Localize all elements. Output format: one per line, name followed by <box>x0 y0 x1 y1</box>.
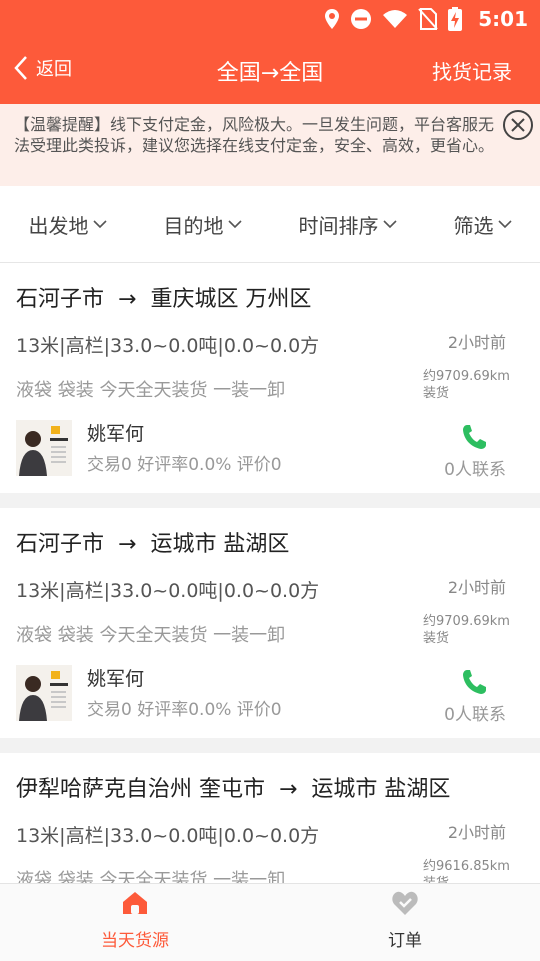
user-name: 姚军何 <box>87 423 145 445</box>
cargo-card[interactable]: 石河子市 → 运城市 盐湖区 13米|高栏|33.0~0.0吨|0.0~0.0方… <box>0 508 540 738</box>
tab-label: 当天货源 <box>101 931 169 951</box>
destination: 运城市 盐湖区 <box>311 777 451 802</box>
chevron-down-icon <box>497 220 512 229</box>
wifi-icon <box>383 10 408 28</box>
filter-time-sort[interactable]: 时间排序 <box>299 210 397 239</box>
contact-count: 0人联系 <box>444 705 506 725</box>
load-label: 装货 <box>423 631 450 646</box>
origin: 石河子市 <box>16 287 105 312</box>
distance-info: 约9709.69km 装货 <box>423 368 510 402</box>
filter-time-sort-label: 时间排序 <box>298 213 379 238</box>
user-stats: 交易0 好评率0.0% 评价0 <box>87 700 282 720</box>
filter-bar: 出发地 目的地 时间排序 筛选 <box>0 186 540 263</box>
route: 石河子市 → 重庆城区 万州区 <box>16 281 311 313</box>
chevron-down-icon <box>227 220 242 229</box>
user-name: 姚军何 <box>87 668 145 690</box>
app-header: 5:01 返回 全国→全国 找货记录 <box>0 0 540 104</box>
tab-today-cargo[interactable]: 当天货源 <box>0 884 270 961</box>
distance: 约9616.85km <box>423 859 510 874</box>
bottom-tab-bar: 当天货源 订单 <box>0 883 540 961</box>
avatar[interactable] <box>16 420 72 476</box>
cargo-tags: 液袋 袋装 今天全天装货 一装一卸 <box>16 625 286 646</box>
route: 伊犁哈萨克自治州 奎屯市 → 运城市 盐湖区 <box>16 771 450 803</box>
phone-icon[interactable] <box>461 668 487 696</box>
no-sim-icon <box>418 8 438 30</box>
distance: 约9709.69km <box>423 614 510 629</box>
arrow-right-icon: → <box>111 287 144 312</box>
cargo-card[interactable]: 石河子市 → 重庆城区 万州区 13米|高栏|33.0~0.0吨|0.0~0.0… <box>0 263 540 493</box>
phone-icon[interactable] <box>461 423 487 451</box>
avatar[interactable] <box>16 665 72 721</box>
arrow-right-icon: → <box>111 532 144 557</box>
cargo-list: 石河子市 → 重庆城区 万州区 13米|高栏|33.0~0.0吨|0.0~0.0… <box>0 263 540 883</box>
warning-notice: 【温馨提醒】线下支付定金，风险极大。一旦发生问题，平台客服无法受理此类投诉，建议… <box>0 104 540 186</box>
route: 石河子市 → 运城市 盐湖区 <box>16 526 289 558</box>
chevron-down-icon <box>92 220 107 229</box>
posted-time: 2小时前 <box>447 578 506 597</box>
user-stats: 交易0 好评率0.0% 评价0 <box>87 455 282 475</box>
truck-specs: 13米|高栏|33.0~0.0吨|0.0~0.0方 <box>16 335 320 357</box>
destination: 重庆城区 万州区 <box>150 287 312 312</box>
origin: 石河子市 <box>16 532 105 557</box>
clock: 5:01 <box>478 7 528 31</box>
home-icon <box>123 892 147 914</box>
truck-specs: 13米|高栏|33.0~0.0吨|0.0~0.0方 <box>16 825 320 847</box>
filter-origin[interactable]: 出发地 <box>29 210 107 239</box>
search-records-button[interactable]: 找货记录 <box>432 56 512 85</box>
distance-info: 约9616.85km 装货 <box>423 858 510 883</box>
status-bar: 5:01 <box>324 6 528 32</box>
filter-destination[interactable]: 目的地 <box>164 210 242 239</box>
filter-screen-label: 筛选 <box>453 213 494 238</box>
distance: 约9709.69km <box>423 369 510 384</box>
filter-destination-label: 目的地 <box>163 213 224 238</box>
arrow-right-icon: → <box>272 777 305 802</box>
truck-specs: 13米|高栏|33.0~0.0吨|0.0~0.0方 <box>16 580 320 602</box>
load-label: 装货 <box>423 386 450 401</box>
origin: 伊犁哈萨克自治州 奎屯市 <box>16 777 265 802</box>
tab-orders[interactable]: 订单 <box>270 884 540 961</box>
cargo-card[interactable]: 伊犁哈萨克自治州 奎屯市 → 运城市 盐湖区 13米|高栏|33.0~0.0吨|… <box>0 753 540 883</box>
load-label: 装货 <box>423 875 510 883</box>
tab-label: 订单 <box>388 931 422 951</box>
heart-icon <box>392 891 418 915</box>
destination: 运城市 盐湖区 <box>150 532 290 557</box>
chevron-down-icon <box>382 220 397 229</box>
contact-count: 0人联系 <box>444 460 506 480</box>
close-icon[interactable] <box>501 108 535 142</box>
do-not-disturb-icon <box>351 9 372 29</box>
notice-text: 【温馨提醒】线下支付定金，风险极大。一旦发生问题，平台客服无法受理此类投诉，建议… <box>14 115 495 155</box>
posted-time: 2小时前 <box>447 333 506 352</box>
filter-origin-label: 出发地 <box>28 213 89 238</box>
cargo-tags: 液袋 袋装 今天全天装货 一装一卸 <box>16 870 286 883</box>
posted-time: 2小时前 <box>447 823 506 842</box>
battery-charging-icon <box>448 7 463 31</box>
location-icon <box>325 9 340 29</box>
cargo-tags: 液袋 袋装 今天全天装货 一装一卸 <box>16 380 286 401</box>
filter-screen[interactable]: 筛选 <box>454 210 512 239</box>
distance-info: 约9709.69km 装货 <box>423 613 510 647</box>
